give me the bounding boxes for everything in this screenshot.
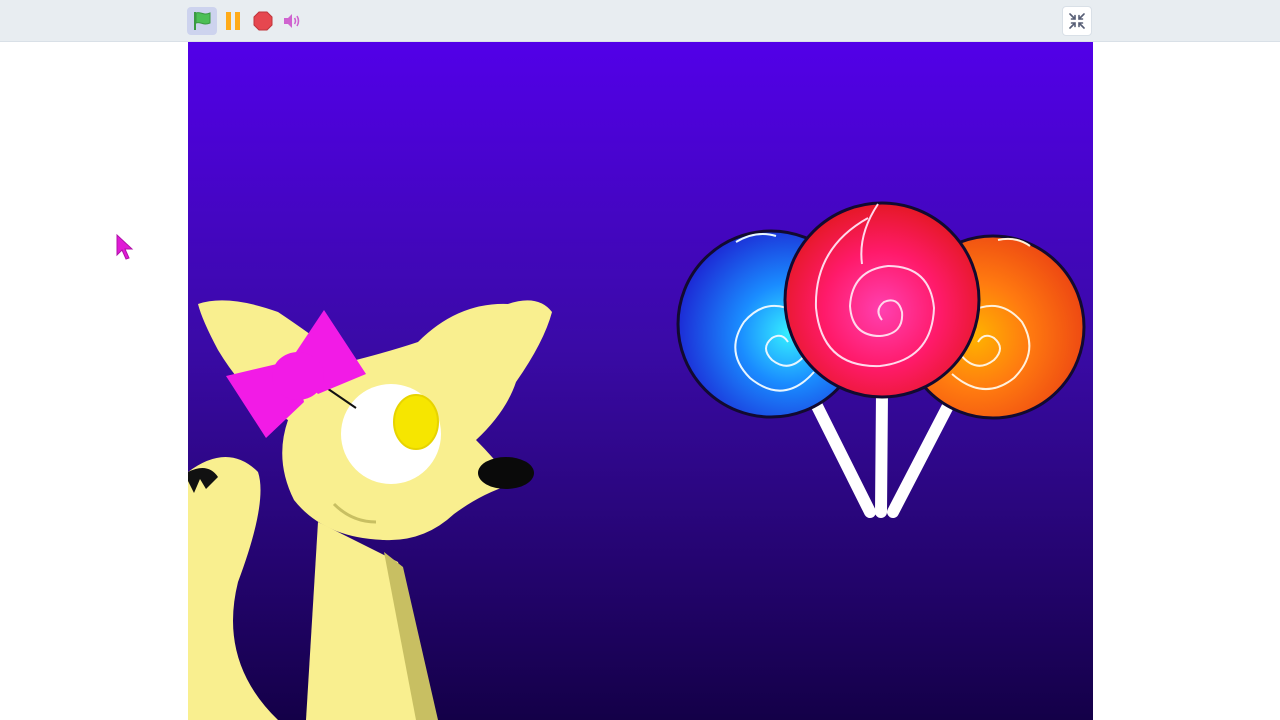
green-flag-button[interactable]: [187, 7, 217, 35]
sound-icon: [284, 14, 300, 28]
exit-fullscreen-button[interactable]: [1062, 6, 1092, 36]
stage-canvas: [188, 42, 1093, 720]
player-toolbar: [0, 0, 1280, 42]
stop-icon: [253, 11, 273, 31]
shrink-arrows-icon: [1069, 13, 1085, 29]
lollipop-red: [783, 201, 981, 399]
pause-icon: [226, 12, 240, 30]
stop-button[interactable]: [248, 7, 278, 35]
fox-nose: [478, 457, 534, 489]
mouse-cursor-icon: [116, 233, 134, 260]
stage[interactable]: [188, 42, 1093, 720]
pause-button[interactable]: [218, 7, 248, 35]
fox-eye-iris: [393, 394, 439, 450]
green-flag-icon: [194, 12, 211, 30]
sound-button[interactable]: [277, 7, 307, 35]
